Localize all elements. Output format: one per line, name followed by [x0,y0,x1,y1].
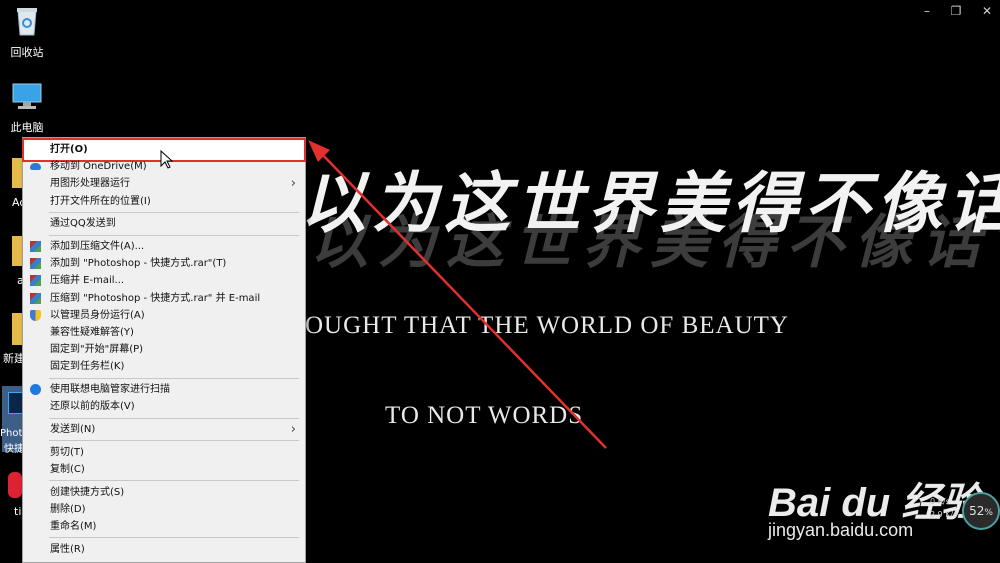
menu-item[interactable]: 创建快捷方式(S) [24,484,304,501]
menu-item-label: 用图形处理器运行 [50,178,130,190]
menu-item[interactable]: 发送到(N) › [24,421,304,438]
mouse-cursor-icon [160,150,174,169]
menu-item[interactable]: 固定到"开始"屏幕(P) [24,341,304,358]
menu-item[interactable]: 压缩到 "Photoshop - 快捷方式.rar" 并 E-mail [24,290,304,307]
baidu-watermark-url: jingyan.baidu.com [768,520,914,540]
menu-item-label: 打开(O) [50,144,88,155]
menu-separator [49,234,299,236]
menu-item-label: 复制(C) [50,463,85,475]
menu-item-label: 兼容性疑难解答(Y) [50,327,134,338]
menu-item[interactable]: 兼容性疑难解答(Y) [24,324,304,341]
menu-separator [49,377,299,379]
menu-item[interactable]: 通过QQ发送到 [24,215,304,232]
menu-item[interactable]: 添加到 "Photoshop - 快捷方式.rar"(T) [24,255,304,272]
menu-item[interactable]: 添加到压缩文件(A)... [24,238,304,255]
network-meter[interactable]: 52% [962,492,1000,530]
upload-speed: 0 K/s [930,497,950,506]
menu-item-label: 通过QQ发送到 [50,218,116,230]
menu-item-label: 发送到(N) [50,424,96,435]
menu-item[interactable]: 用图形处理器运行 › [24,175,304,192]
menu-separator [49,440,299,442]
menu-item[interactable]: 剪切(T) [24,444,304,461]
menu-item[interactable]: 使用联想电脑管家进行扫描 [24,381,304,398]
menu-item-label: 以管理员身份运行(A) [50,309,145,321]
menu-item-label: 剪切(T) [50,446,84,458]
meter-unit: % [984,508,993,518]
menu-item[interactable]: 打开文件所在的位置(I) [24,193,304,210]
winrar-icon [30,275,41,287]
menu-item[interactable]: 还原以前的版本(V) [24,398,304,415]
lenovo-icon [30,384,41,396]
winrar-icon [30,258,41,270]
menu-separator [49,417,299,419]
chevron-right-icon: › [290,422,296,437]
menu-item-label: 使用联想电脑管家进行扫描 [50,384,170,396]
menu-item[interactable]: 以管理员身份运行(A) [24,307,304,324]
context-menu: 打开(O) 移动到 OneDrive(M) 用图形处理器运行 › 打开文件所在的位置(I… [22,137,306,563]
shield-icon [30,309,41,321]
menu-item-label: 固定到"开始"屏幕(P) [50,344,144,356]
menu-item[interactable]: 属性(R) [24,541,304,558]
menu-item-label: 创建快捷方式(S) [50,486,125,498]
menu-item[interactable]: 复制(C) [24,461,304,478]
menu-item-label: 重命名(M) [50,521,97,532]
menu-item-label: 添加到 "Photoshop - 快捷方式.rar"(T) [50,258,227,270]
menu-item-label: 属性(R) [50,543,85,555]
menu-item-label: 压缩到 "Photoshop - 快捷方式.rar" 并 E-mail [50,292,261,304]
menu-item-label: 还原以前的版本(V) [50,401,135,413]
winrar-icon [30,241,41,252]
menu-separator [49,211,299,213]
menu-item-label: 移动到 OneDrive(M) [50,161,147,173]
winrar-icon [30,292,41,304]
menu-item-label: 打开文件所在的位置(I) [50,195,151,207]
onedrive-icon [30,163,41,171]
menu-item-label: 固定到任务栏(K) [50,361,125,373]
download-speed: 2.9 K/s [930,510,958,519]
menu-item-label: 压缩并 E-mail... [50,275,125,287]
menu-separator [49,537,299,539]
menu-item[interactable]: 删除(D) [24,501,304,518]
menu-separator [49,480,299,482]
menu-item-label: 添加到压缩文件(A)... [50,241,145,252]
menu-item[interactable]: 压缩并 E-mail... [24,272,304,289]
menu-item-label: 删除(D) [50,503,86,515]
desktop: – ❐ ✕ 回收站 此电脑 Ac a 新建 Photo 快捷 ti 以为这世界美… [0,0,1000,563]
chevron-right-icon: › [290,176,296,192]
meter-percent: 52 [969,504,985,518]
menu-item[interactable]: 固定到任务栏(K) [24,358,304,375]
menu-item[interactable]: 重命名(M) [24,518,304,535]
